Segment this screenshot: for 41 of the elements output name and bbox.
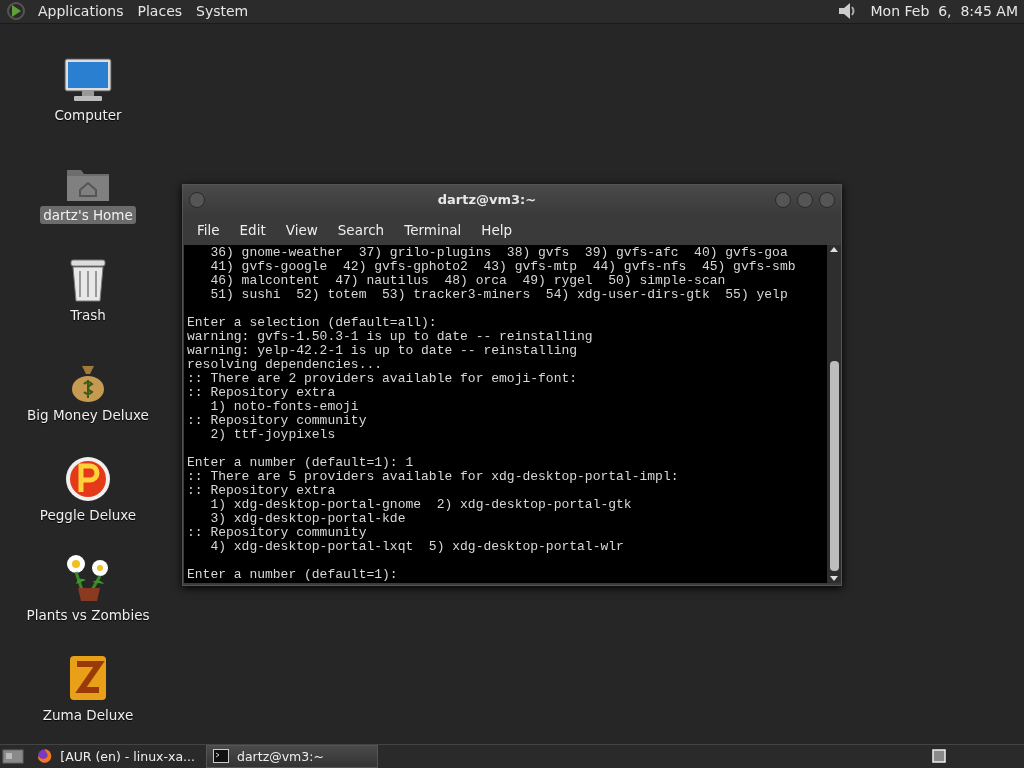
terminal-line: :: Repository extra	[187, 483, 336, 498]
terminal-line: 2) ttf-joypixels	[209, 427, 336, 442]
desktop-icon-label[interactable]: Big Money Deluxe	[24, 405, 152, 424]
taskbar-button[interactable]: [AUR (en) - linux-xa...	[30, 744, 202, 768]
desktop-icon-label[interactable]: Peggle Deluxe	[36, 505, 140, 524]
terminal-line: :: There are 5 providers available for xdg-desktop-portal-impl:	[187, 469, 680, 484]
terminal-line: :: There are 2 providers available for emoji-font:	[187, 371, 579, 386]
desktop-icon-label[interactable]: Trash	[67, 305, 109, 324]
terminal-line: resolving dependencies...	[187, 357, 383, 372]
terminal-line: warning: yelp-42.2-1 is up to date -- reinstalling	[187, 343, 578, 358]
clock[interactable]: Mon Feb 6, 8:45 AM	[870, 3, 1018, 20]
terminal-line: Enter a number (default=1):	[187, 567, 399, 582]
menu-item[interactable]: Help	[471, 221, 523, 238]
terminal-line: warning: gvfs-1.50.3-1 is up to date -- reinstalling	[187, 329, 594, 344]
menu-item[interactable]: Terminal	[394, 221, 472, 238]
menu-item[interactable]: View	[275, 221, 328, 238]
desktop-icon-label[interactable]: Computer	[51, 105, 125, 124]
desktop-icon-label[interactable]: Plants vs Zombies	[23, 605, 153, 624]
terminal-line: 3) xdg-desktop-portal-kde	[209, 511, 406, 526]
terminal-line: Enter a number (default=1): 1	[187, 455, 415, 470]
menu-item[interactable]: Search	[327, 221, 395, 238]
terminal-line: :: Repository extra	[187, 385, 336, 400]
panel-menu[interactable]: Applications	[38, 3, 124, 20]
terminal-line: 1) xdg-desktop-portal-gnome 2) xdg-desktop-portal-gtk	[209, 497, 633, 512]
terminal-line: 36) gnome-weather 37) grilo-plugins 38) gvfs 39) gvfs-afc 40) gvfs-goa	[209, 245, 789, 260]
panel-menu[interactable]: Places	[137, 3, 183, 20]
terminal-line: 4) xdg-desktop-portal-lxqt 5) xdg-desktop-portal-wlr	[209, 539, 625, 554]
window-title: dartz@vm3:~	[436, 192, 538, 208]
desktop-icon-label[interactable]: dartz's Home	[40, 205, 136, 224]
terminal-line: 41) gvfs-google 42) gvfs-gphoto2 43) gvfs-mtp 44) gvfs-nfs 45) gvfs-smb	[209, 259, 797, 274]
menu-item[interactable]: File	[187, 221, 230, 238]
terminal-line: :: Repository community	[187, 413, 368, 428]
terminal-line: :: Repository community	[187, 525, 367, 540]
terminal-line: 46) malcontent 47) nautilus 48) orca 49) rygel 50) simple-scan	[209, 273, 727, 288]
terminal-line: 51) sushi 52) totem 53) tracker3-miners 54) xdg-user-dirs-gtk 55) yelp	[209, 287, 789, 302]
menu-item[interactable]: Edit	[229, 221, 276, 238]
desktop-icon-label[interactable]: Zuma Deluxe	[39, 705, 137, 724]
panel-menu[interactable]: System	[196, 3, 249, 20]
terminal-line: Enter a selection (default=all):	[187, 315, 438, 330]
taskbar-button[interactable]: dartz@vm3:~	[206, 744, 378, 768]
terminal-line: 1) noto-fonts-emoji	[209, 399, 360, 414]
